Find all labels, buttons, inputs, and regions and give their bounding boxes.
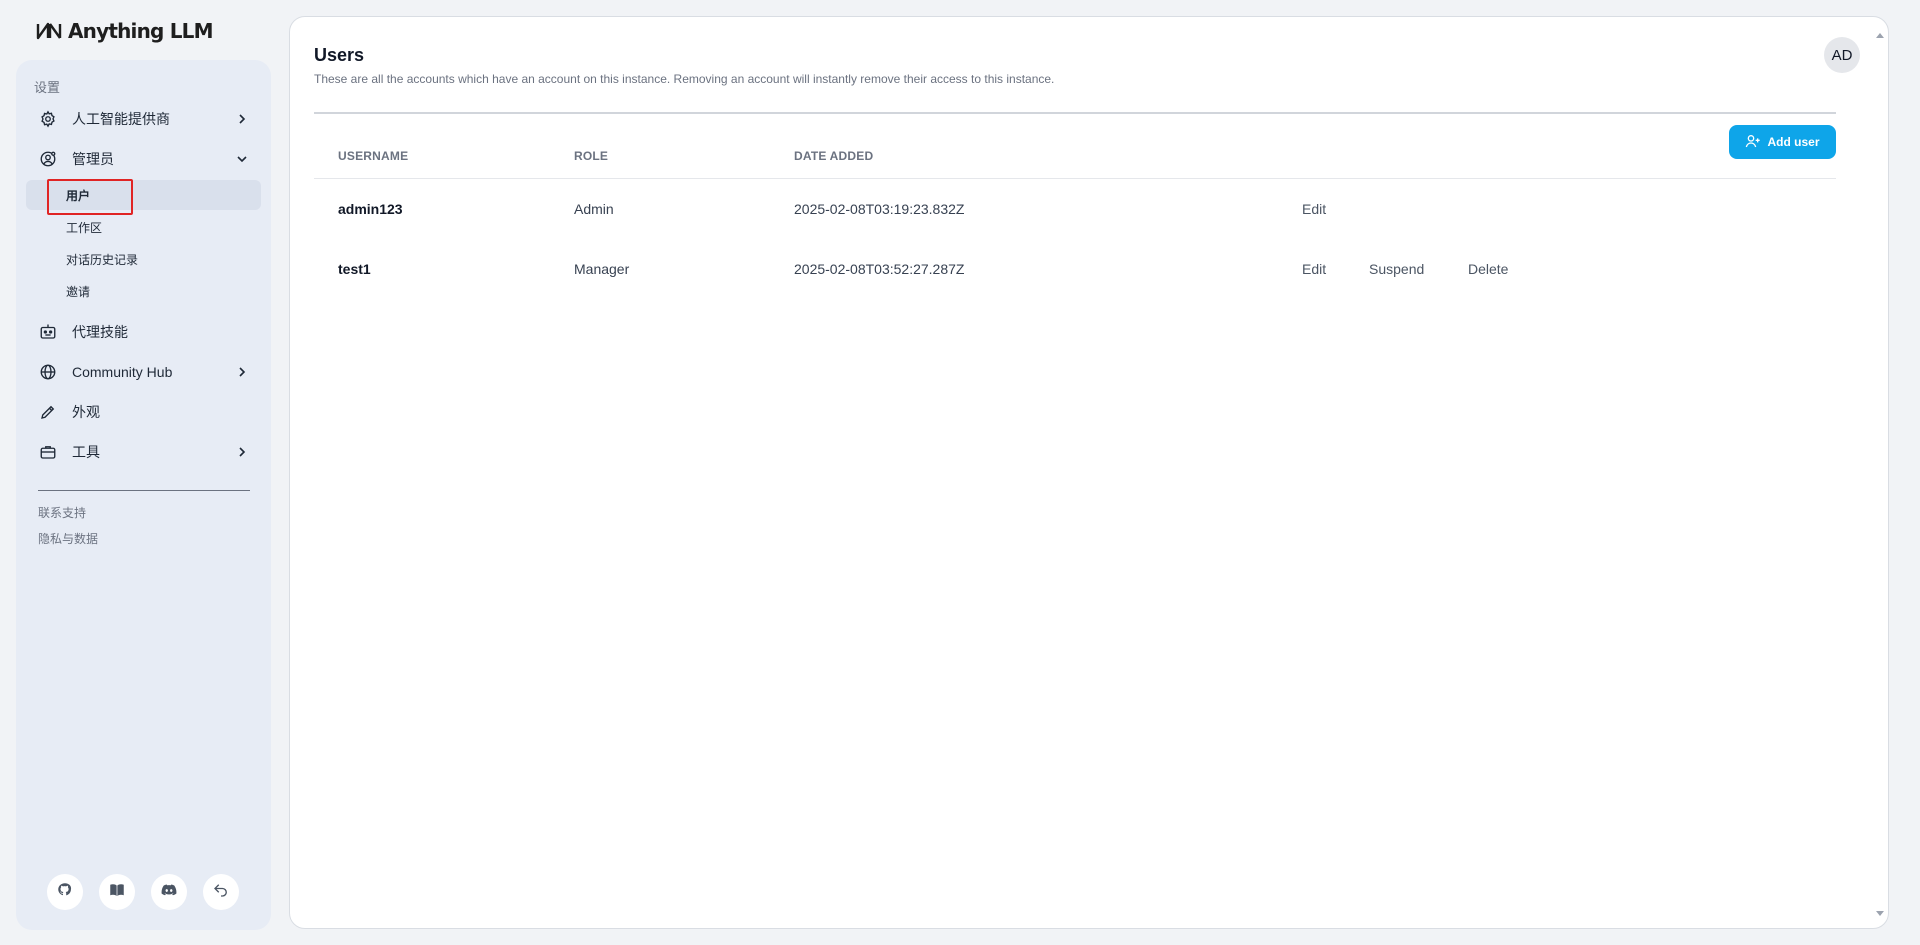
sidebar-subitem-users[interactable]: 用户 <box>26 180 261 210</box>
anything-llm-logo-icon <box>36 22 62 40</box>
sidebar-subitem-workspaces[interactable]: 工作区 <box>26 212 261 242</box>
delete-button[interactable]: Delete <box>1468 261 1508 277</box>
docs-button[interactable] <box>99 874 135 910</box>
table-row: admin123 Admin 2025-02-08T03:19:23.832Z … <box>290 201 1850 225</box>
scrollbar-up-arrow[interactable] <box>1876 33 1884 38</box>
sidebar-subitem-label: 用户 <box>66 188 91 203</box>
sidebar-bottom-icons <box>47 874 239 910</box>
undo-icon <box>212 881 230 904</box>
sidebar-item-admin[interactable]: 管理员 <box>26 142 261 176</box>
sidebar-item-label: 工具 <box>72 444 100 460</box>
edit-button[interactable]: Edit <box>1302 201 1326 217</box>
discord-button[interactable] <box>151 874 187 910</box>
globe-icon <box>38 362 58 382</box>
sidebar-item-label: 代理技能 <box>72 324 128 340</box>
add-user-icon <box>1745 134 1761 151</box>
privacy-data-link[interactable]: 隐私与数据 <box>38 530 98 547</box>
sidebar-item-ai-providers[interactable]: 人工智能提供商 <box>26 102 261 136</box>
table-row: test1 Manager 2025-02-08T03:52:27.287Z E… <box>290 261 1850 285</box>
sidebar-item-label: 人工智能提供商 <box>72 111 170 127</box>
sidebar-subitem-chat-history[interactable]: 对话历史记录 <box>26 244 261 274</box>
back-button[interactable] <box>203 874 239 910</box>
settings-sidebar: 设置 人工智能提供商 管理员 用户 工作区 对话历史记录 邀请 代理技能 Com… <box>16 60 271 930</box>
sidebar-item-agent-skills[interactable]: 代理技能 <box>26 315 261 349</box>
username-cell: test1 <box>338 261 371 277</box>
pencil-icon <box>38 402 58 422</box>
sidebar-divider <box>38 490 250 491</box>
briefcase-icon <box>38 442 58 462</box>
date-added-cell: 2025-02-08T03:52:27.287Z <box>794 261 965 277</box>
robot-icon <box>38 322 58 342</box>
sidebar-subitem-label: 邀请 <box>66 284 91 299</box>
column-header-username: USERNAME <box>338 149 409 163</box>
sidebar-item-label: Community Hub <box>72 364 173 380</box>
edit-button[interactable]: Edit <box>1302 261 1326 277</box>
gear-icon <box>38 109 58 129</box>
suspend-button[interactable]: Suspend <box>1369 261 1424 277</box>
sidebar-item-label: 管理员 <box>72 151 114 167</box>
header-divider <box>314 112 1836 114</box>
avatar[interactable]: AD <box>1824 37 1860 73</box>
contact-support-link[interactable]: 联系支持 <box>38 504 86 521</box>
column-header-date-added: DATE ADDED <box>794 149 874 163</box>
logo-text: Anything LLM <box>68 19 214 43</box>
add-user-label: Add user <box>1767 135 1820 149</box>
username-cell: admin123 <box>338 201 403 217</box>
chevron-right-icon <box>233 363 251 381</box>
chevron-down-icon <box>233 150 251 168</box>
sidebar-section-label: 设置 <box>34 80 61 95</box>
date-added-cell: 2025-02-08T03:19:23.832Z <box>794 201 965 217</box>
scrollbar-down-arrow[interactable] <box>1876 911 1884 916</box>
add-user-button[interactable]: Add user <box>1729 125 1836 159</box>
chevron-right-icon <box>233 443 251 461</box>
page-title: Users <box>314 45 365 65</box>
main-panel: Users These are all the accounts which h… <box>289 16 1889 929</box>
book-icon <box>108 881 126 904</box>
app-logo: Anything LLM <box>36 18 214 44</box>
github-button[interactable] <box>47 874 83 910</box>
discord-icon <box>160 881 178 904</box>
sidebar-subitem-label: 对话历史记录 <box>66 252 139 267</box>
role-cell: Admin <box>574 201 614 217</box>
sidebar-item-community-hub[interactable]: Community Hub <box>26 355 261 389</box>
sidebar-subitem-label: 工作区 <box>66 220 103 235</box>
github-icon <box>56 881 74 904</box>
sidebar-item-label: 外观 <box>72 404 100 420</box>
sidebar-item-tools[interactable]: 工具 <box>26 435 261 469</box>
user-gear-icon <box>38 149 58 169</box>
role-cell: Manager <box>574 261 630 277</box>
sidebar-subitem-invites[interactable]: 邀请 <box>26 276 261 306</box>
column-header-role: ROLE <box>574 149 609 163</box>
sidebar-item-appearance[interactable]: 外观 <box>26 395 261 429</box>
chevron-right-icon <box>233 110 251 128</box>
page-description: These are all the accounts which have an… <box>314 72 1055 86</box>
table-header-divider <box>314 178 1836 179</box>
